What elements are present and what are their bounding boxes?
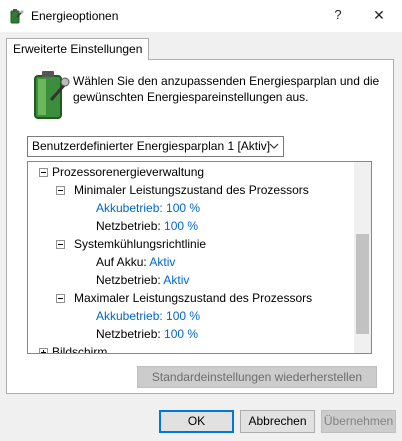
setting-value[interactable]: Aktiv [149, 255, 175, 269]
tree-label: Systemkühlungsrichtlinie [74, 237, 207, 251]
tree-item-min-ac[interactable]: Netzbetrieb: 100 % [96, 217, 198, 235]
scroll-thumb[interactable] [356, 234, 369, 334]
expand-icon[interactable] [39, 348, 48, 353]
setting-value[interactable]: 100 % [164, 219, 198, 233]
setting-value[interactable]: 100 % [164, 327, 198, 341]
setting-value[interactable]: 100 % [166, 201, 200, 215]
tree-label: Maximaler Leistungszustand des Prozessor… [74, 291, 313, 305]
restore-defaults-button[interactable]: Standardeinstellungen wiederherstellen [137, 366, 377, 388]
setting-label: Netzbetrieb: [96, 219, 161, 233]
description-text: Wählen Sie den anzupassenden Energiespar… [73, 74, 380, 104]
tab-panel: Wählen Sie den anzupassenden Energiespar… [6, 59, 394, 394]
power-plan-select[interactable]: Benutzerdefinierter Energiesparplan 1 [A… [27, 136, 284, 157]
tree-label: Prozessorenergieverwaltung [52, 165, 205, 179]
ok-button[interactable]: OK [159, 410, 234, 433]
window-title: Energieoptionen [31, 9, 119, 23]
setting-value[interactable]: 100 % [166, 309, 200, 323]
tab-advanced-settings[interactable]: Erweiterte Einstellungen [6, 38, 150, 60]
chevron-down-icon [269, 143, 279, 149]
cancel-button[interactable]: Abbrechen [240, 410, 315, 433]
collapse-icon[interactable] [39, 168, 48, 177]
tree-item-max-ac[interactable]: Netzbetrieb: 100 % [96, 325, 198, 343]
collapse-icon[interactable] [56, 240, 65, 249]
tree-label: Bildschirm [52, 345, 108, 354]
tree-item-min-battery[interactable]: Akkubetrieb: 100 % [96, 199, 200, 217]
settings-tree[interactable]: Prozessorenergieverwaltung Minimaler Lei… [27, 161, 372, 354]
collapse-icon[interactable] [56, 294, 65, 303]
collapse-icon[interactable] [56, 186, 65, 195]
power-options-icon [10, 9, 24, 24]
close-button[interactable]: ✕ [364, 2, 394, 28]
tree-item-max-battery[interactable]: Akkubetrieb: 100 % [96, 307, 200, 325]
setting-value[interactable]: Aktiv [163, 273, 189, 287]
setting-label: Netzbetrieb: [96, 327, 161, 341]
setting-label: Akkubetrieb: [96, 309, 163, 323]
battery-icon [34, 71, 70, 119]
tree-item-cooling-battery[interactable]: Auf Akku: Aktiv [96, 253, 175, 271]
vertical-scrollbar[interactable] [354, 162, 371, 353]
tree-item-cooling-ac[interactable]: Netzbetrieb: Aktiv [96, 271, 189, 289]
tree-label: Minimaler Leistungszustand des Prozessor… [74, 183, 309, 197]
setting-label: Netzbetrieb: [96, 273, 161, 287]
help-button[interactable]: ? [326, 2, 350, 28]
apply-button[interactable]: Übernehmen [321, 410, 396, 433]
power-plan-selected: Benutzerdefinierter Energiesparplan 1 [A… [32, 139, 271, 153]
setting-label: Auf Akku: [96, 255, 147, 269]
title-bar: Energieoptionen ? ✕ [0, 0, 402, 32]
setting-label: Akkubetrieb: [96, 201, 163, 215]
